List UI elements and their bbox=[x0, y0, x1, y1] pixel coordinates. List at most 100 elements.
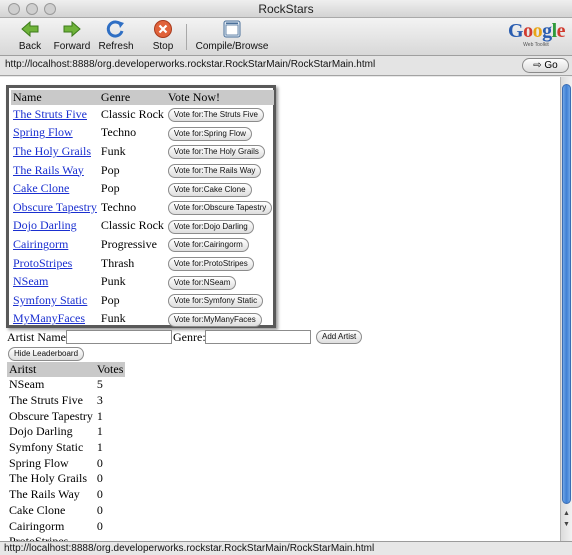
artist-link[interactable]: ProtoStripes bbox=[13, 256, 72, 270]
vertical-scrollbar[interactable]: ▲ ▼ bbox=[560, 77, 572, 541]
leaderboard-artist: Cake Clone bbox=[9, 502, 66, 517]
artist-link[interactable]: MyManyFaces bbox=[13, 311, 85, 325]
leaderboard-artist: Symfony Static bbox=[9, 440, 84, 455]
artist-link[interactable]: Obscure Tapestry bbox=[13, 200, 97, 214]
leaderboard-row: The Holy Grails 0 bbox=[7, 471, 125, 487]
vote-button[interactable]: Vote for:Symfony Static bbox=[167, 294, 264, 309]
leaderboard-row: Cake Clone 0 bbox=[7, 503, 125, 519]
back-arrow-icon bbox=[21, 20, 39, 38]
vote-button[interactable]: Vote for:Obscure Tapestry bbox=[167, 201, 273, 216]
stop-button[interactable]: Stop bbox=[146, 19, 180, 55]
artist-cell: Spring Flow bbox=[11, 124, 99, 143]
vote-row: Symfony Static Pop Vote for:Symfony Static bbox=[11, 291, 274, 310]
artist-link[interactable]: The Struts Five bbox=[13, 107, 87, 121]
vote-button[interactable]: Vote for:Dojo Darling bbox=[167, 219, 254, 234]
add-artist-button[interactable]: Add Artist bbox=[316, 330, 363, 344]
artist-cell: The Rails Way bbox=[11, 161, 99, 180]
vote-cell: Vote for:Obscure Tapestry bbox=[166, 198, 274, 217]
refresh-button[interactable]: Refresh bbox=[97, 19, 135, 55]
leaderboard-row: Symfony Static 1 bbox=[7, 440, 125, 456]
compile-browse-icon bbox=[223, 20, 241, 38]
vote-button[interactable]: Vote for:ProtoStripes bbox=[167, 257, 254, 272]
vote-button[interactable]: Vote for:Cairingorm bbox=[167, 238, 249, 253]
scroll-down-arrow-icon[interactable]: ▼ bbox=[562, 520, 571, 529]
artist-link[interactable]: NSeam bbox=[13, 274, 48, 288]
vote-button[interactable]: Vote for:Spring Flow bbox=[167, 126, 252, 141]
vote-button[interactable]: Vote for:NSeam bbox=[167, 275, 237, 290]
leaderboard-votes: 1 bbox=[96, 408, 103, 423]
minimize-window-icon[interactable] bbox=[26, 3, 38, 15]
artist-link[interactable]: Symfony Static bbox=[13, 293, 87, 307]
leaderboard-votes: 3 bbox=[96, 393, 103, 408]
artist-cell: NSeam bbox=[11, 272, 99, 291]
compile-browse-button[interactable]: Compile/Browse bbox=[193, 19, 271, 55]
vote-row: Obscure Tapestry Techno Vote for:Obscure T… bbox=[11, 198, 274, 217]
artist-link[interactable]: The Holy Grails bbox=[13, 144, 91, 158]
genre-cell: Funk bbox=[100, 143, 126, 158]
vote-row: MyManyFaces Funk Vote for:MyManyFaces bbox=[11, 310, 274, 329]
genre-cell: Pop bbox=[100, 292, 120, 307]
vote-cell: Vote for:NSeam bbox=[166, 272, 274, 291]
artist-cell: ProtoStripes bbox=[11, 254, 99, 273]
vote-cell: Vote for:ProtoStripes bbox=[166, 254, 274, 273]
forward-button[interactable]: Forward bbox=[52, 19, 92, 55]
artist-cell: The Holy Grails bbox=[11, 142, 99, 161]
vote-cell: Vote for:Spring Flow bbox=[166, 124, 274, 143]
vote-button[interactable]: Vote for:The Struts Five bbox=[167, 108, 264, 123]
compile-browse-label: Compile/Browse bbox=[195, 41, 269, 52]
leaderboard-row: ProtoStripes bbox=[7, 534, 125, 541]
vote-button[interactable]: Vote for:The Holy Grails bbox=[167, 145, 265, 160]
leaderboard-votes: 0 bbox=[96, 471, 103, 486]
leaderboard-table: Aritst Votes NSeam 5 The Struts Five 3 Obscu… bbox=[7, 362, 126, 541]
vote-table-body: The Struts Five Classic Rock Vote for:The … bbox=[11, 105, 274, 328]
artist-link[interactable]: Dojo Darling bbox=[13, 218, 77, 232]
window-titlebar: RockStars bbox=[0, 0, 572, 18]
vote-button[interactable]: Vote for:The Rails Way bbox=[167, 164, 262, 179]
close-window-icon[interactable] bbox=[8, 3, 20, 15]
forward-label: Forward bbox=[53, 41, 91, 52]
stop-label: Stop bbox=[152, 41, 174, 52]
back-button[interactable]: Back bbox=[12, 19, 48, 55]
logo-wordmark: Google bbox=[508, 20, 566, 42]
leaderboard-artist: Cairingorm bbox=[9, 518, 65, 533]
artist-cell: Dojo Darling bbox=[11, 217, 99, 236]
vote-row: ProtoStripes Thrash Vote for:ProtoStripes bbox=[11, 254, 274, 273]
vote-button[interactable]: Vote for:MyManyFaces bbox=[167, 312, 262, 327]
header-votes: Votes bbox=[94, 362, 126, 377]
genre-cell: Progressive bbox=[100, 236, 157, 251]
vote-cell: Vote for:MyManyFaces bbox=[166, 310, 274, 329]
refresh-icon bbox=[106, 20, 124, 38]
vote-cell: Vote for:Cairingorm bbox=[166, 235, 274, 254]
artist-cell: Symfony Static bbox=[11, 291, 99, 310]
artist-link[interactable]: Cake Clone bbox=[13, 181, 69, 195]
toolbar: Back Forward Refresh Stop Compile/Browse bbox=[0, 18, 572, 56]
artist-link[interactable]: Cairingorm bbox=[13, 237, 68, 251]
forward-arrow-icon bbox=[63, 20, 81, 38]
leaderboard-row: The Rails Way 0 bbox=[7, 487, 125, 503]
go-button[interactable]: ⇨ Go bbox=[522, 58, 569, 73]
genre-cell: Thrash bbox=[100, 255, 135, 270]
vote-cell: Vote for:The Rails Way bbox=[166, 161, 274, 180]
artist-link[interactable]: Spring Flow bbox=[13, 125, 73, 139]
leaderboard-artist: ProtoStripes bbox=[7, 534, 95, 541]
artist-link[interactable]: The Rails Way bbox=[13, 163, 84, 177]
vote-button[interactable]: Vote for:Cake Clone bbox=[167, 182, 252, 197]
hide-leaderboard-button[interactable]: Hide Leaderboard bbox=[8, 347, 85, 361]
leaderboard-votes: 0 bbox=[96, 487, 103, 502]
url-field[interactable]: http://localhost:8888/org.developerworks… bbox=[5, 59, 375, 70]
genre-cell: Pop bbox=[100, 181, 120, 196]
artist-name-input[interactable] bbox=[66, 330, 172, 344]
leaderboard-artist: Spring Flow bbox=[9, 455, 69, 470]
leaderboard-artist: NSeam bbox=[9, 377, 45, 392]
scrollbar-thumb[interactable] bbox=[562, 84, 571, 504]
vote-cell: Vote for:Cake Clone bbox=[166, 179, 274, 198]
zoom-window-icon[interactable] bbox=[44, 3, 56, 15]
scroll-up-arrow-icon[interactable]: ▲ bbox=[562, 509, 571, 518]
vote-row: Spring Flow Techno Vote for:Spring Flow bbox=[11, 124, 274, 143]
logo-subtitle: Web Toolkit bbox=[523, 42, 549, 48]
google-web-toolkit-logo: Google Web Toolkit bbox=[508, 20, 566, 54]
vote-cell: Vote for:Dojo Darling bbox=[166, 217, 274, 236]
toolbar-separator bbox=[186, 24, 187, 50]
genre-input[interactable] bbox=[205, 330, 311, 344]
artist-cell: Obscure Tapestry bbox=[11, 198, 99, 217]
